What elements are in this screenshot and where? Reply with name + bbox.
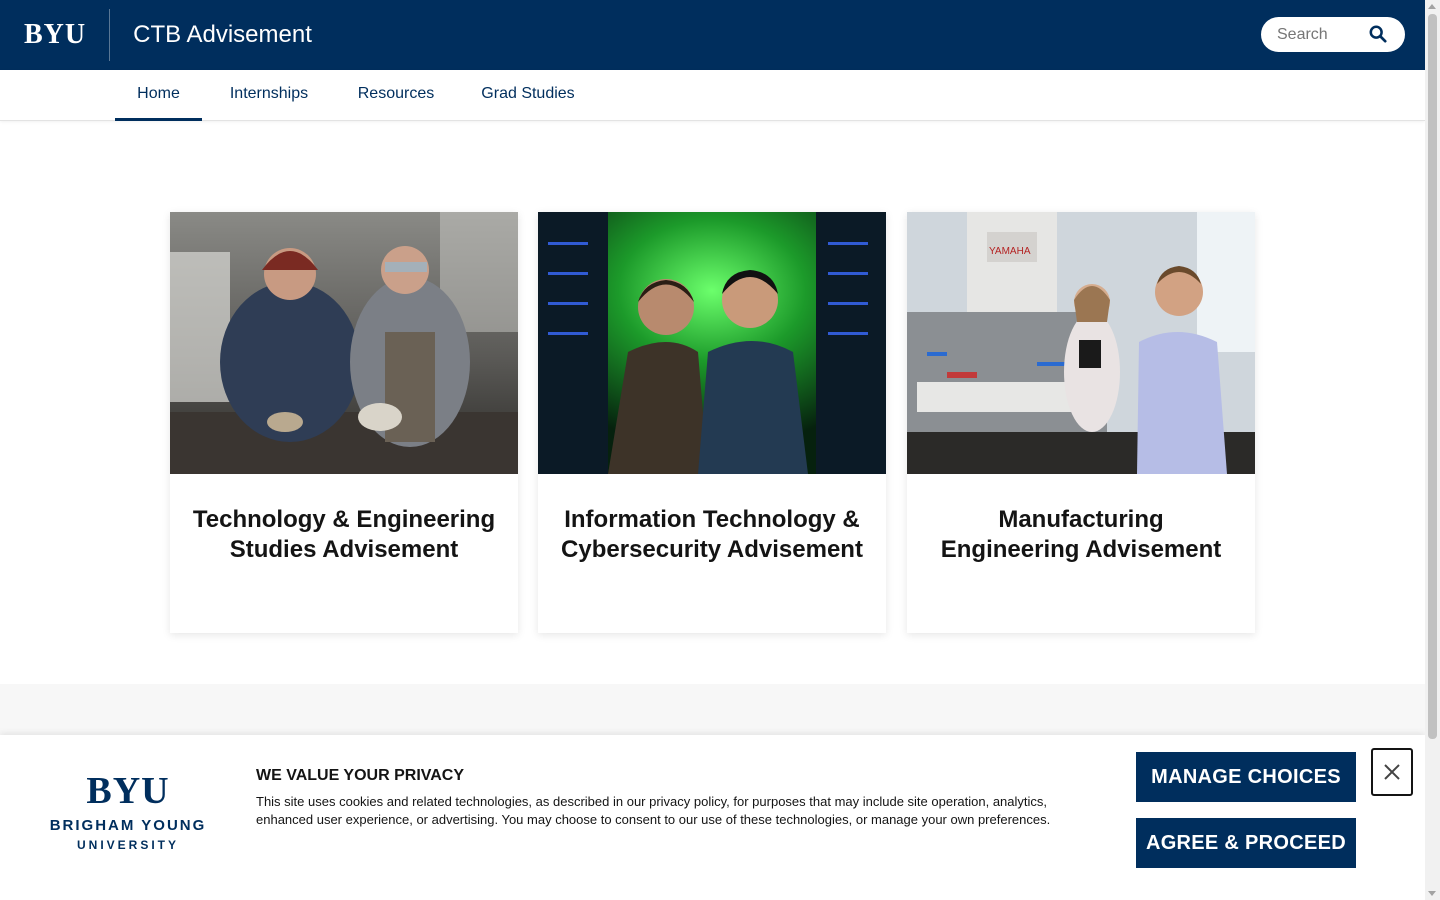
scroll-down-icon[interactable]	[1428, 891, 1436, 896]
close-banner-button[interactable]	[1371, 748, 1413, 796]
scroll-up-icon[interactable]	[1428, 4, 1436, 9]
site-title[interactable]: CTB Advisement	[133, 21, 312, 49]
server-room-photo	[538, 212, 886, 474]
card-manufacturing-engineering[interactable]: YAMAHA Manufacturing Engineering Advisem…	[907, 212, 1255, 633]
cookie-banner: BYU BRIGHAM YOUNG UNIVERSITY WE VALUE YO…	[0, 735, 1425, 900]
nav-item-resources[interactable]: Resources	[343, 70, 449, 121]
card-information-technology[interactable]: Information Technology & Cybersecurity A…	[538, 212, 886, 633]
search-box	[1261, 17, 1405, 52]
agree-proceed-button[interactable]: AGREE & PROCEED	[1136, 818, 1356, 868]
students-welding-photo	[170, 212, 518, 474]
nav-item-internships[interactable]: Internships	[211, 70, 327, 121]
card-title[interactable]: Manufacturing Engineering Advisement	[907, 474, 1255, 565]
nav-item-grad-studies[interactable]: Grad Studies	[466, 70, 590, 121]
nav-item-home[interactable]: Home	[115, 70, 202, 121]
search-input[interactable]	[1277, 25, 1377, 44]
card-title[interactable]: Information Technology & Cybersecurity A…	[538, 474, 886, 565]
logo-main: BYU	[86, 770, 170, 812]
card-technology-engineering[interactable]: Technology & Engineering Studies Advisem…	[170, 212, 518, 633]
privacy-heading: WE VALUE YOUR PRIVACY	[256, 767, 465, 784]
privacy-text: This site uses cookies and related techn…	[256, 794, 1051, 827]
svg-text:YAMAHA: YAMAHA	[989, 246, 1031, 257]
logo-line-1: BRIGHAM YOUNG	[49, 817, 207, 834]
card-title[interactable]: Technology & Engineering Studies Advisem…	[170, 474, 518, 565]
scroll-thumb[interactable]	[1428, 14, 1437, 739]
logo-line-2: UNIVERSITY	[76, 838, 179, 852]
main-nav: Home Internships Resources Grad Studies	[0, 70, 1425, 121]
manage-choices-button[interactable]: MANAGE CHOICES	[1136, 752, 1356, 802]
byu-logo[interactable]: BYU	[24, 19, 86, 51]
byu-wordmark-logo: BYU BRIGHAM YOUNG UNIVERSITY	[48, 771, 208, 852]
close-icon	[1384, 764, 1400, 780]
search-icon[interactable]	[1369, 25, 1387, 43]
site-header: BYU CTB Advisement	[0, 0, 1425, 70]
robotics-lab-photo: YAMAHA	[907, 212, 1255, 474]
header-divider	[109, 9, 111, 61]
vertical-scrollbar[interactable]	[1425, 0, 1440, 900]
